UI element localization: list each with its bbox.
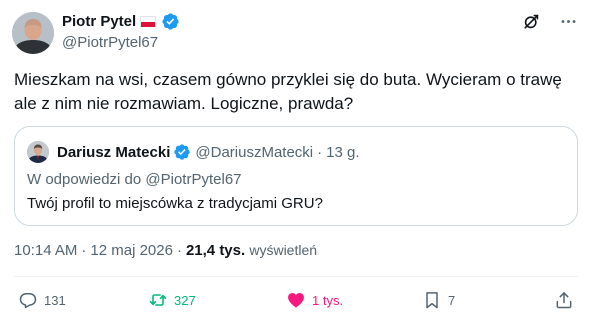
- quoted-tweet-text: Twój profil to miejscówka z tradycjami G…: [27, 195, 323, 212]
- author-display-name[interactable]: Piotr Pytel: [62, 13, 136, 30]
- like-button[interactable]: 1 tys.: [286, 288, 343, 312]
- quoted-reply-context: W odpowiedzi do @PiotrPytel67: [27, 171, 242, 188]
- verified-badge-icon[interactable]: [161, 12, 180, 31]
- quoted-display-name: Dariusz Matecki: [57, 143, 171, 161]
- heart-icon: [288, 293, 304, 308]
- bookmark-button[interactable]: 7: [422, 288, 455, 312]
- views-label: wyświetleń: [249, 242, 318, 258]
- quoted-handle: @DariuszMatecki: [195, 143, 314, 161]
- like-count: 1 tys.: [312, 292, 344, 308]
- share-icon: [556, 292, 572, 309]
- quoted-verified-badge-icon: [173, 143, 191, 161]
- poland-flag-icon: [140, 15, 157, 27]
- author-avatar[interactable]: [12, 12, 54, 54]
- more-icon[interactable]: [559, 12, 578, 31]
- grok-icon[interactable]: [522, 12, 541, 31]
- share-button[interactable]: [554, 288, 574, 312]
- quoted-tweet-header: Dariusz Matecki @DariuszMatecki · 13 g.: [27, 141, 360, 163]
- views-count: 21,4 tys.: [185, 242, 246, 259]
- quoted-author-avatar: [27, 141, 49, 163]
- bookmark-count: 7: [448, 292, 456, 308]
- quoted-timestamp: 13 g.: [326, 143, 360, 161]
- quoted-tweet[interactable]: Dariusz Matecki @DariuszMatecki · 13 g. …: [14, 126, 578, 226]
- tweet-meta: 10:14 AM · 12 maj 2026 · 21,4 tys. wyświetle…: [14, 242, 317, 259]
- repost-icon: [149, 294, 167, 306]
- author-handle[interactable]: @PiotrPytel67: [62, 34, 158, 51]
- reply-count: 131: [44, 292, 66, 308]
- meta-separator: ·: [81, 242, 87, 259]
- tweet-text: Mieszkam na wsi, czasem gówno przyklei s…: [14, 70, 562, 113]
- bookmark-icon: [426, 292, 438, 309]
- tweet-date[interactable]: 12 maj 2026: [90, 242, 173, 259]
- quoted-separator: ·: [317, 143, 323, 161]
- tweet-time[interactable]: 10:14 AM: [14, 242, 77, 259]
- repost-count: 327: [174, 292, 196, 308]
- action-bar: 131 327 1 tys. 7: [14, 288, 578, 312]
- meta-separator-2: ·: [176, 242, 182, 259]
- author-name-row: Piotr Pytel: [62, 10, 180, 32]
- actions-divider: [14, 276, 578, 277]
- header-actions: [522, 12, 578, 31]
- reply-icon: [19, 293, 37, 309]
- reply-button[interactable]: 131: [18, 288, 66, 312]
- repost-button[interactable]: 327: [148, 288, 196, 312]
